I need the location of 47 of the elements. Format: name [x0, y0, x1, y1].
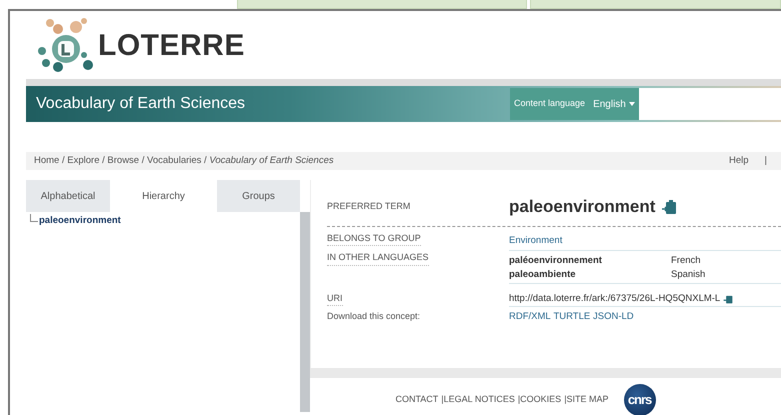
group-link[interactable]: Environment [509, 234, 562, 246]
footer-separator: | [518, 393, 520, 406]
breadcrumb-separator: / [60, 154, 66, 166]
partner-logo[interactable]: cnrs [624, 384, 656, 415]
breadcrumb-separator: / [203, 154, 208, 166]
breadcrumb-link[interactable]: Vocabularies [147, 154, 202, 166]
clipboard-icon[interactable] [660, 198, 677, 215]
scrollbar[interactable] [300, 212, 310, 412]
caret-icon [628, 102, 635, 106]
help-link[interactable]: Help [728, 154, 749, 168]
footer-separator: | [564, 393, 567, 406]
tree-item[interactable]: paleoenvironment [39, 214, 121, 228]
footer-link[interactable]: CONTACT [395, 393, 438, 407]
tree-connector [30, 214, 38, 222]
logo-icon [36, 17, 96, 73]
field-label: BELONGS TO GROUP [327, 232, 421, 246]
uri-text: http://data.loterre.fr/ark:/67375/26L-HQ5QNXLM-L [509, 292, 720, 306]
download-link[interactable]: RDF/XML [509, 310, 551, 324]
language-name: French [671, 254, 701, 268]
download-link[interactable]: JSON-LD [592, 310, 634, 324]
breadcrumb-current: Vocabulary of Earth Sciences [209, 154, 334, 166]
field-label: URI [327, 292, 342, 306]
footer-link[interactable]: LEGAL NOTICES [444, 393, 515, 407]
field-label: IN OTHER LANGUAGES [327, 251, 429, 266]
breadcrumb-link[interactable]: Browse [107, 154, 140, 166]
breadcrumb-link[interactable]: Explore [67, 154, 100, 166]
breadcrumb-separator: / [101, 154, 106, 166]
logo-text: LOTERRE [98, 28, 245, 64]
breadcrumb-separator: / [140, 154, 146, 166]
footer-separator: | [441, 393, 444, 406]
tab[interactable]: Alphabetical [26, 180, 110, 212]
search-field[interactable] [638, 88, 781, 120]
breadcrumb-link[interactable]: Home [34, 154, 60, 166]
help-separator: | [764, 154, 767, 168]
field-label: Download this concept: [327, 310, 422, 323]
translation-term: paleoambiente [509, 268, 577, 282]
preferred-term: paleoenvironment [509, 196, 656, 218]
tab[interactable]: Groups [217, 180, 300, 212]
download-link[interactable]: TURTLE [553, 310, 590, 324]
site-title: Vocabulary of Earth Sciences [35, 94, 246, 114]
footer-link[interactable]: COOKIES [520, 393, 562, 407]
content-language-label: Content language [514, 97, 586, 110]
language-name: Spanish [671, 268, 706, 282]
translation-term: paléoenvironnement [509, 254, 603, 268]
field-label: PREFERRED TERM [327, 200, 412, 213]
clipboard-icon[interactable] [722, 294, 733, 304]
footer-link[interactable]: SITE MAP [566, 393, 609, 407]
